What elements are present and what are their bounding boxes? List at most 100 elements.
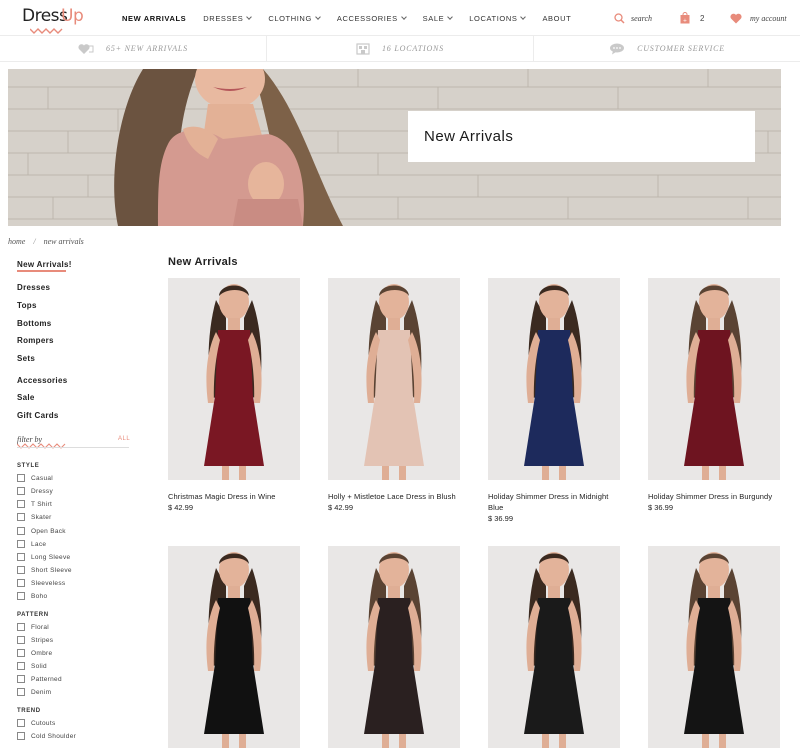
account-link[interactable]: my account bbox=[730, 0, 787, 36]
cart-link[interactable]: + 2 bbox=[680, 0, 704, 36]
filter-zigzag-icon bbox=[17, 443, 66, 449]
sidebar-category-gift-cards[interactable]: Gift Cards bbox=[17, 411, 59, 420]
checkbox[interactable] bbox=[17, 474, 25, 482]
checkbox[interactable] bbox=[17, 662, 25, 670]
checkbox[interactable] bbox=[17, 719, 25, 727]
product-name[interactable]: Christmas Magic Dress in Wine bbox=[168, 491, 300, 502]
filter-option[interactable]: Open Back bbox=[17, 526, 66, 536]
filter-option[interactable]: Solid bbox=[17, 661, 47, 671]
product-photo[interactable] bbox=[648, 546, 780, 748]
filter-option[interactable]: Floral bbox=[17, 622, 49, 632]
dressup-logo[interactable]: Dress Up bbox=[22, 6, 84, 34]
product-card[interactable]: Christmas Magic Dress in Wine $ 42.99 bbox=[168, 278, 300, 513]
filter-option-label: Cold Shoulder bbox=[31, 732, 77, 740]
product-photo[interactable] bbox=[328, 278, 460, 480]
filter-option[interactable]: Skater bbox=[17, 512, 52, 522]
product-photo[interactable] bbox=[168, 278, 300, 480]
store-icon bbox=[356, 42, 370, 55]
svg-text:+: + bbox=[683, 18, 687, 24]
filter-option-label: Open Back bbox=[31, 527, 66, 535]
logo-zigzag-icon bbox=[30, 28, 63, 34]
product-photo[interactable] bbox=[168, 546, 300, 748]
product-name[interactable]: Holly + Mistletoe Lace Dress in Blush bbox=[328, 491, 460, 502]
filter-option-label: Stripes bbox=[31, 636, 54, 644]
product-photo[interactable] bbox=[328, 546, 460, 748]
product-name[interactable]: Holiday Shimmer Dress in Burgundy bbox=[648, 491, 780, 502]
checkbox[interactable] bbox=[17, 513, 25, 521]
product-photo[interactable] bbox=[488, 546, 620, 748]
nav-accessories[interactable]: ACCESSORIES bbox=[337, 14, 407, 23]
checkbox[interactable] bbox=[17, 592, 25, 600]
sidebar-category-rompers[interactable]: Rompers bbox=[17, 336, 54, 345]
filter-all-link[interactable]: ALL bbox=[118, 436, 130, 442]
sidebar-category-bottoms[interactable]: Bottoms bbox=[17, 319, 52, 328]
product-card[interactable] bbox=[328, 546, 460, 748]
filter-option[interactable]: Denim bbox=[17, 687, 51, 697]
promo-locations[interactable]: 16 LOCATIONS bbox=[267, 36, 534, 61]
checkbox[interactable] bbox=[17, 487, 25, 495]
checkbox[interactable] bbox=[17, 623, 25, 631]
nav-label: CLOTHING bbox=[268, 13, 312, 23]
sidebar-category-tops[interactable]: Tops bbox=[17, 301, 37, 310]
checkbox[interactable] bbox=[17, 527, 25, 535]
filter-option[interactable]: Dressy bbox=[17, 486, 53, 496]
product-card[interactable] bbox=[488, 546, 620, 748]
filter-option[interactable]: Boho bbox=[17, 591, 47, 601]
filter-option[interactable]: Sleeveless bbox=[17, 578, 65, 588]
filter-option[interactable]: Lace bbox=[17, 539, 46, 549]
checkbox[interactable] bbox=[17, 688, 25, 696]
filter-option[interactable]: T Shirt bbox=[17, 499, 52, 509]
filter-group-pattern: PATTERN bbox=[17, 612, 49, 618]
filter-group-trend: TREND bbox=[17, 708, 41, 714]
checkbox[interactable] bbox=[17, 579, 25, 587]
filter-option[interactable]: Stripes bbox=[17, 635, 53, 645]
product-card[interactable]: Holiday Shimmer Dress in Midnight Blue $… bbox=[488, 278, 620, 524]
main-menu: NEW ARRIVALS DRESSES CLOTHING ACCESSORIE… bbox=[122, 0, 588, 36]
checkbox[interactable] bbox=[17, 500, 25, 508]
nav-about[interactable]: ABOUT bbox=[542, 14, 571, 23]
product-photo[interactable] bbox=[648, 278, 780, 480]
product-card[interactable]: Holly + Mistletoe Lace Dress in Blush $ … bbox=[328, 278, 460, 513]
checkbox[interactable] bbox=[17, 649, 25, 657]
filter-option[interactable]: Cold Shoulder bbox=[17, 731, 76, 741]
checkbox[interactable] bbox=[17, 553, 25, 561]
hero-banner: New Arrivals bbox=[8, 69, 781, 226]
checkbox[interactable] bbox=[17, 636, 25, 644]
promo-new-arrivals[interactable]: 65+ NEW ARRIVALS bbox=[0, 36, 267, 61]
sidebar-category-sets[interactable]: Sets bbox=[17, 354, 35, 363]
filter-option[interactable]: Cutouts bbox=[17, 718, 56, 728]
filter-option[interactable]: Long Sleeve bbox=[17, 552, 70, 562]
sidebar-category-sale[interactable]: Sale bbox=[17, 393, 35, 402]
checkbox[interactable] bbox=[17, 675, 25, 683]
filter-option-label: Skater bbox=[31, 513, 52, 521]
sidebar-category-dresses[interactable]: Dresses bbox=[17, 283, 50, 292]
top-navigation: Dress Up NEW ARRIVALS DRESSES CLOTHING A… bbox=[0, 0, 800, 36]
sidebar-category-accessories[interactable]: Accessories bbox=[17, 376, 67, 385]
nav-dresses[interactable]: DRESSES bbox=[203, 14, 253, 23]
product-card[interactable]: Holiday Shimmer Dress in Burgundy $ 36.9… bbox=[648, 278, 780, 513]
checkbox[interactable] bbox=[17, 566, 25, 574]
filter-divider bbox=[17, 447, 129, 448]
nav-sale[interactable]: SALE bbox=[423, 14, 454, 23]
hero-title: New Arrivals bbox=[424, 128, 514, 145]
product-card[interactable] bbox=[168, 546, 300, 748]
filter-option[interactable]: Casual bbox=[17, 473, 53, 483]
product-name[interactable]: Holiday Shimmer Dress in Midnight Blue bbox=[488, 491, 620, 513]
filter-option-label: Cutouts bbox=[31, 719, 56, 727]
checkbox[interactable] bbox=[17, 732, 25, 740]
filter-option[interactable]: Short Sleeve bbox=[17, 565, 72, 575]
filter-option[interactable]: Ombre bbox=[17, 648, 52, 658]
promo-customer-service[interactable]: CUSTOMER SERVICE bbox=[534, 36, 800, 61]
sidebar-category-new-arrivals[interactable]: New Arrivals! bbox=[17, 260, 72, 269]
product-photo[interactable] bbox=[488, 278, 620, 480]
nav-clothing[interactable]: CLOTHING bbox=[268, 13, 321, 23]
nav-locations[interactable]: LOCATIONS bbox=[469, 14, 527, 23]
breadcrumb-home[interactable]: home bbox=[8, 237, 25, 246]
product-card[interactable] bbox=[648, 546, 780, 748]
nav-new-arrivals[interactable]: NEW ARRIVALS bbox=[122, 14, 186, 23]
model-photo bbox=[488, 278, 620, 480]
checkbox[interactable] bbox=[17, 540, 25, 548]
filter-option[interactable]: Patterned bbox=[17, 674, 62, 684]
chevron-down-icon bbox=[315, 13, 321, 20]
search-link[interactable]: search bbox=[614, 0, 652, 36]
